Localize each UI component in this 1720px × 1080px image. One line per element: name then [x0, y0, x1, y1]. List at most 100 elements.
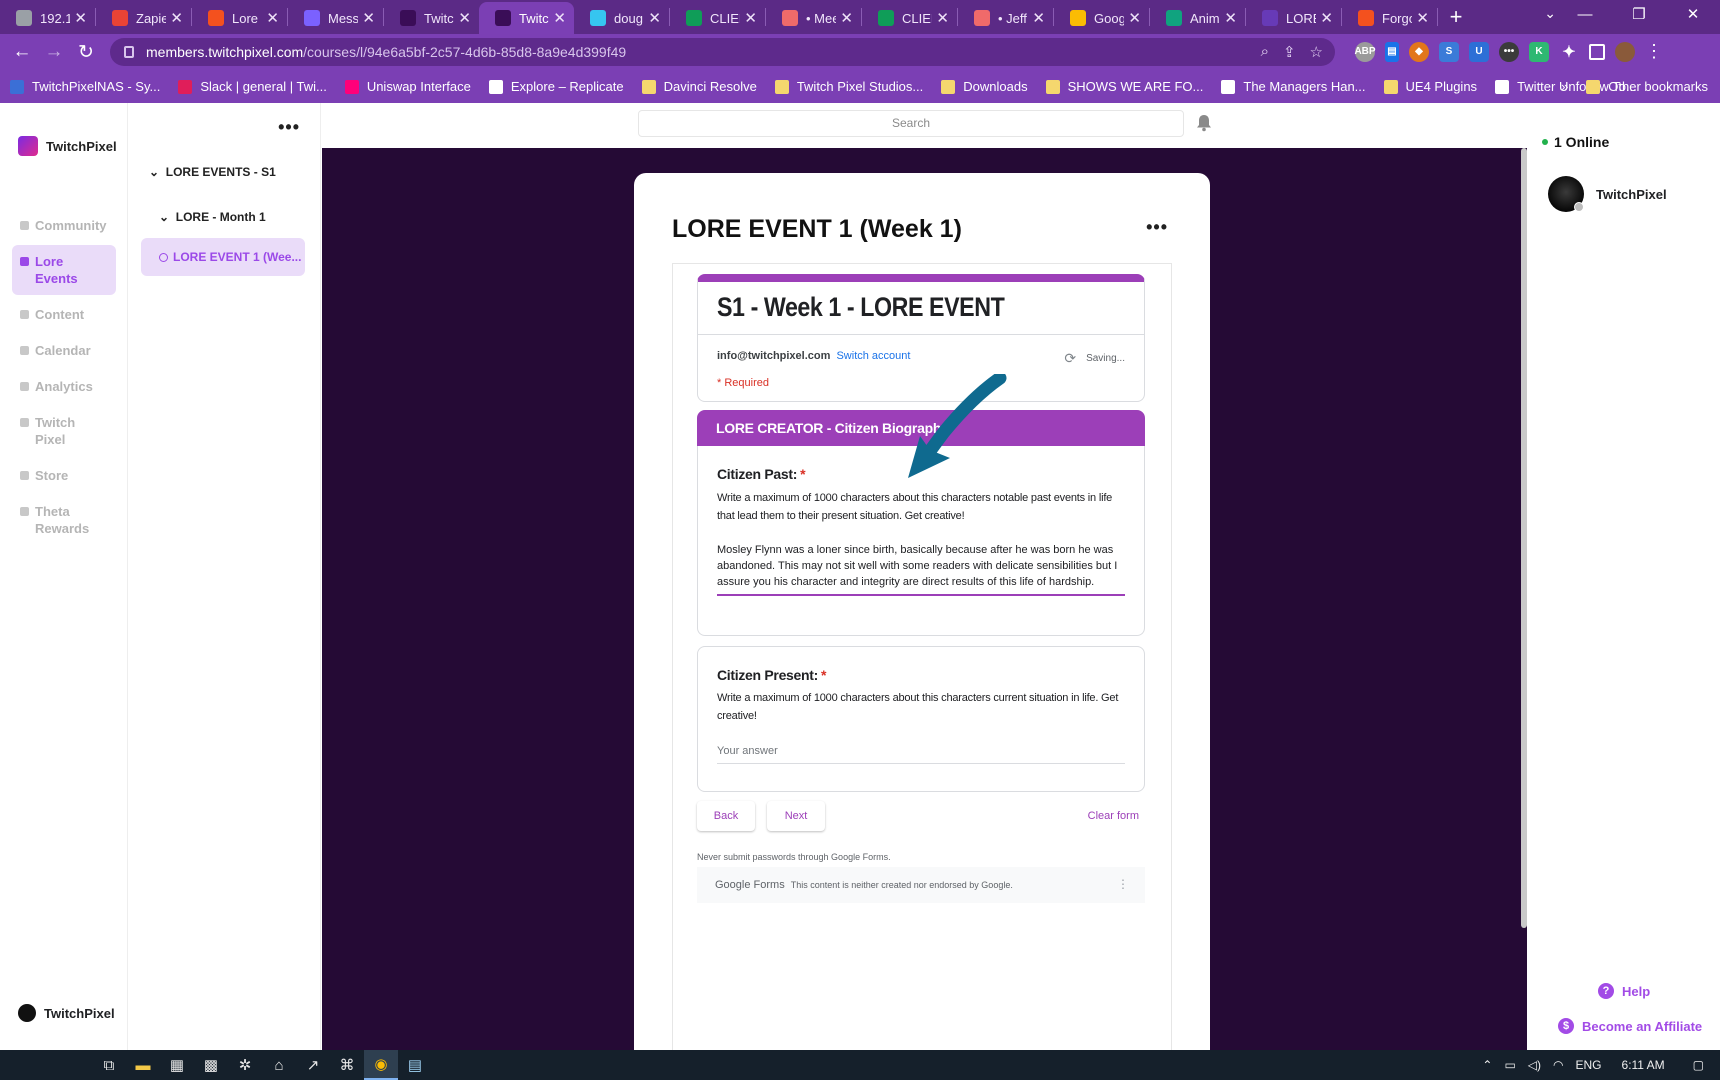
- s-extension-icon[interactable]: S: [1439, 41, 1459, 62]
- browser-tab[interactable]: Googl✕: [1054, 2, 1149, 34]
- star-bookmark-icon[interactable]: ☆: [1310, 43, 1323, 61]
- close-tab-icon[interactable]: ✕: [170, 9, 183, 27]
- browser-tab[interactable]: 192.16✕: [0, 2, 95, 34]
- outline-subsection[interactable]: ⌄ LORE - Month 1: [159, 210, 266, 224]
- battery-icon[interactable]: ▭: [1504, 1058, 1515, 1072]
- close-tab-icon[interactable]: ✕: [840, 9, 853, 27]
- nav-item-store[interactable]: Store: [12, 459, 116, 492]
- more-extension-icon[interactable]: •••: [1499, 41, 1519, 62]
- bookmark-item[interactable]: Twitch Pixel Studios...: [774, 79, 923, 94]
- nav-item-lore-events[interactable]: Lore Events: [12, 245, 116, 295]
- close-tab-icon[interactable]: ✕: [1416, 9, 1429, 27]
- nav-item-calendar[interactable]: Calendar: [12, 334, 116, 367]
- calculator-icon[interactable]: ▦: [160, 1050, 194, 1080]
- notification-bell-icon[interactable]: [1196, 114, 1212, 132]
- new-tab-icon[interactable]: +: [1438, 4, 1474, 30]
- task-view-icon[interactable]: ⧉: [92, 1050, 126, 1080]
- bookmark-item[interactable]: UE4 Plugins: [1383, 79, 1477, 94]
- bookmark-item[interactable]: Davinci Resolve: [641, 79, 757, 94]
- help-link[interactable]: ? Help: [1598, 983, 1650, 999]
- browser-tab[interactable]: Twitch✕: [384, 2, 479, 34]
- tray-chevron-icon[interactable]: ⌃: [1482, 1058, 1492, 1072]
- close-tab-icon[interactable]: ✕: [553, 9, 566, 27]
- lesson-more-icon[interactable]: •••: [1146, 217, 1168, 238]
- notifications-icon[interactable]: ▢: [1693, 1058, 1704, 1072]
- browser-tab[interactable]: • Mee ✕: [766, 2, 861, 34]
- browser-tab[interactable]: • Jeff ✕: [958, 2, 1053, 34]
- chrome-menu-icon[interactable]: ⋮: [1645, 41, 1663, 62]
- close-tab-icon[interactable]: ✕: [266, 9, 279, 27]
- bookmark-item[interactable]: Uniswap Interface: [344, 79, 471, 94]
- nav-item-theta-rewards[interactable]: Theta Rewards: [12, 495, 116, 545]
- restore-icon[interactable]: ❐: [1612, 0, 1666, 34]
- browser-tab[interactable]: Zapier✕: [96, 2, 191, 34]
- side-panel-icon[interactable]: [1589, 43, 1605, 60]
- nav-item-community[interactable]: Community: [12, 209, 116, 242]
- back-arrow-icon[interactable]: ←: [6, 41, 38, 63]
- next-button[interactable]: Next: [767, 801, 825, 831]
- address-bar[interactable]: members.twitchpixel.com/courses/l/94e6a5…: [110, 38, 1335, 66]
- forward-arrow-icon[interactable]: →: [38, 41, 70, 63]
- back-button[interactable]: Back: [697, 801, 755, 831]
- nav-item-content[interactable]: Content: [12, 298, 116, 331]
- nav-item-twitch-pixel[interactable]: Twitch Pixel: [12, 406, 116, 456]
- outline-section[interactable]: ⌄ LORE EVENTS - S1: [149, 165, 276, 179]
- citizen-past-answer-field[interactable]: Mosley Flynn was a loner since birth, ba…: [717, 542, 1125, 596]
- stocks-app-icon[interactable]: ↗: [296, 1050, 330, 1080]
- close-tab-icon[interactable]: ✕: [74, 9, 87, 27]
- browser-tab[interactable]: LORE✕: [1246, 2, 1341, 34]
- close-tab-icon[interactable]: ✕: [744, 9, 757, 27]
- footer-more-icon[interactable]: ⋮: [1117, 877, 1129, 891]
- citizen-present-answer-field[interactable]: Your answer: [717, 743, 1125, 764]
- bookmark-item[interactable]: Explore – Replicate: [488, 79, 624, 94]
- outline-lesson-active[interactable]: LORE EVENT 1 (Wee...: [141, 238, 305, 276]
- file-explorer-icon[interactable]: ▬: [126, 1050, 160, 1080]
- bookmark-item[interactable]: TwitchPixelNAS - Sy...: [10, 79, 160, 94]
- switch-account-link[interactable]: Switch account: [836, 350, 910, 362]
- page-scrollbar[interactable]: [1521, 148, 1527, 928]
- close-tab-icon[interactable]: ✕: [648, 9, 661, 27]
- tab-search-chevron-icon[interactable]: ⌄: [1544, 5, 1556, 22]
- settings-gear-icon[interactable]: ✲: [228, 1050, 262, 1080]
- other-bookmarks-folder[interactable]: Other bookmarks: [1586, 79, 1708, 94]
- close-tab-icon[interactable]: ✕: [458, 9, 471, 27]
- browser-tab[interactable]: Lore E✕: [192, 2, 287, 34]
- notepad-icon[interactable]: ▤: [398, 1050, 432, 1080]
- zoom-icon[interactable]: ⌕: [1261, 43, 1269, 61]
- wifi-icon[interactable]: ◠: [1553, 1058, 1563, 1072]
- volume-icon[interactable]: ◁): [1528, 1058, 1541, 1072]
- search-input[interactable]: Search: [638, 110, 1184, 137]
- close-tab-icon[interactable]: ✕: [1032, 9, 1045, 27]
- close-window-icon[interactable]: ✕: [1666, 0, 1720, 34]
- browser-tab[interactable]: Anima✕: [1150, 2, 1245, 34]
- clear-form-button[interactable]: Clear form: [1088, 801, 1139, 831]
- close-tab-icon[interactable]: ✕: [1128, 9, 1141, 27]
- bookmarks-overflow-icon[interactable]: »: [1561, 79, 1568, 94]
- close-tab-icon[interactable]: ✕: [1224, 9, 1237, 27]
- chrome-icon[interactable]: ◉: [364, 1050, 398, 1080]
- clock[interactable]: 6:11 AM: [1622, 1058, 1665, 1072]
- document-extension-icon[interactable]: ▤: [1385, 41, 1399, 62]
- current-user[interactable]: TwitchPixel: [18, 1004, 115, 1022]
- network-app-icon[interactable]: ⌂: [262, 1050, 296, 1080]
- minimize-icon[interactable]: —: [1558, 0, 1612, 34]
- online-member[interactable]: TwitchPixel: [1548, 176, 1667, 212]
- close-tab-icon[interactable]: ✕: [362, 9, 375, 27]
- bookmark-item[interactable]: Slack | general | Twi...: [178, 79, 327, 94]
- browser-tab[interactable]: Forgo ✕: [1342, 2, 1437, 34]
- browser-tab[interactable]: Messe✕: [288, 2, 383, 34]
- bookmark-item[interactable]: The Managers Han...: [1221, 79, 1366, 94]
- bookmark-item[interactable]: SHOWS WE ARE FO...: [1045, 79, 1203, 94]
- nav-item-analytics[interactable]: Analytics: [12, 370, 116, 403]
- profile-avatar-icon[interactable]: [1615, 41, 1635, 62]
- k-extension-icon[interactable]: K: [1529, 41, 1549, 62]
- browser-tab[interactable]: CLIEN✕: [670, 2, 765, 34]
- bookmark-item[interactable]: Downloads: [941, 79, 1028, 94]
- gamepad-icon[interactable]: ⌘: [330, 1050, 364, 1080]
- puzzle-extensions-icon[interactable]: ✦: [1559, 42, 1579, 62]
- affiliate-link[interactable]: $ Become an Affiliate: [1558, 1018, 1702, 1034]
- close-tab-icon[interactable]: ✕: [1320, 9, 1333, 27]
- share-icon[interactable]: ⇪: [1283, 43, 1296, 61]
- close-tab-icon[interactable]: ✕: [936, 9, 949, 27]
- reload-icon[interactable]: ↻: [70, 41, 102, 64]
